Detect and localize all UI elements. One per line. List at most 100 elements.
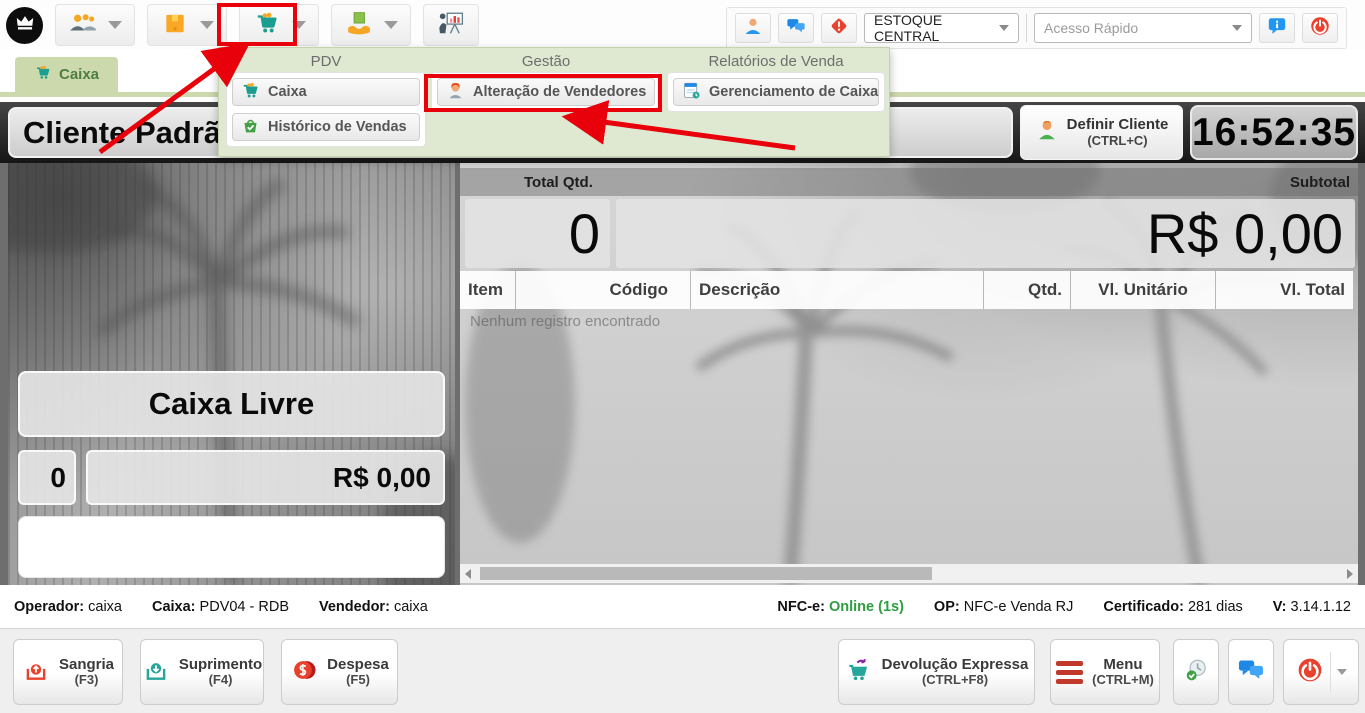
divider — [1330, 652, 1331, 692]
cash-status-label: Caixa Livre — [18, 371, 445, 437]
status-bar: Operador: caixa Caixa: PDV04 - RDB Vende… — [0, 585, 1365, 628]
chevron-down-icon — [108, 21, 122, 29]
top-toolbar: ESTOQUE CENTRAL Acesso Rápido — [0, 0, 1365, 50]
person-icon — [1035, 118, 1059, 147]
menu-item-gerenciamento-caixa[interactable]: Gerenciamento de Caixa — [673, 78, 879, 106]
crown-icon — [14, 12, 36, 39]
app-logo — [6, 7, 43, 44]
pdv-app: ESTOQUE CENTRAL Acesso Rápido — [0, 0, 1365, 713]
cart-icon — [34, 64, 52, 85]
menu-button[interactable]: Menu(CTRL+M) — [1050, 639, 1160, 705]
support-chat-button[interactable] — [1228, 639, 1274, 705]
power-icon — [1310, 16, 1330, 41]
exit-button[interactable] — [1283, 639, 1359, 705]
chevron-down-icon — [1337, 669, 1347, 675]
sangria-button[interactable]: Sangria(F3) — [13, 639, 123, 705]
nfce-status-button[interactable] — [1173, 639, 1219, 705]
hamburger-icon — [1056, 661, 1083, 684]
scrollbar-track[interactable] — [476, 564, 1342, 583]
sale-items-panel: Total Qtd. Subtotal 0 R$ 0,00 Item Códig… — [460, 163, 1358, 585]
coins-icon — [290, 657, 318, 688]
info-bubble-icon — [1267, 16, 1287, 41]
user-button[interactable] — [735, 13, 771, 43]
subtotal-label: Subtotal — [1290, 174, 1350, 191]
divider — [1026, 14, 1027, 42]
product-search-input[interactable] — [18, 516, 445, 578]
cash-qty-box: 0 — [18, 450, 76, 505]
customers-menu-button[interactable] — [55, 4, 135, 46]
acesso-rapido-value: Acesso Rápido — [1044, 20, 1138, 36]
status-right-group: NFC-e: Online (1s) OP: NFC-e Venda RJ Ce… — [777, 599, 1351, 615]
column-header-codigo: Código — [516, 271, 691, 309]
dropdown-section-title: PDV — [226, 51, 426, 72]
dropdown-section-relatorios: Relatórios de Venda Gerenciamento de Cai… — [667, 51, 885, 112]
column-header-qtd: Qtd. — [984, 271, 1071, 309]
scroll-right-icon[interactable] — [1342, 564, 1358, 583]
reports-button[interactable] — [423, 4, 479, 46]
scrollbar-thumb[interactable] — [480, 567, 932, 580]
column-header-vl-unitario: Vl. Unitário — [1071, 271, 1216, 309]
status-left-group: Operador: caixa Caixa: PDV04 - RDB Vende… — [14, 599, 428, 615]
suprimento-button[interactable]: Suprimento(F4) — [140, 639, 264, 705]
scroll-left-icon[interactable] — [460, 564, 476, 583]
stock-menu-button[interactable] — [331, 4, 411, 46]
action-bar: Sangria(F3) Suprimento(F4) Despesa(F5) D… — [0, 628, 1365, 713]
cash-amount-box: R$ 0,00 — [86, 450, 445, 505]
total-qty-value: 0 — [465, 199, 610, 268]
dropdown-section-title: Gestão — [431, 51, 661, 72]
despesa-button[interactable]: Despesa(F5) — [281, 639, 398, 705]
total-qty-label: Total Qtd. — [524, 174, 593, 191]
chevron-down-icon — [200, 21, 214, 29]
menu-item-caixa[interactable]: Caixa — [232, 78, 420, 106]
chevron-down-icon — [1232, 25, 1242, 31]
return-cart-icon — [845, 657, 873, 688]
status-nfce: NFC-e: Online (1s) — [777, 599, 904, 615]
tab-caixa-label: Caixa — [59, 66, 99, 83]
report-icon — [682, 81, 701, 104]
status-op: OP: NFC-e Venda RJ — [934, 599, 1073, 615]
status-operador: Operador: caixa — [14, 599, 122, 615]
dropdown-section-title: Relatórios de Venda — [667, 51, 885, 72]
definir-cliente-button[interactable]: Definir Cliente (CTRL+C) — [1020, 105, 1183, 160]
chat-icon — [786, 16, 806, 41]
status-vendedor: Vendedor: caixa — [319, 599, 428, 615]
menu-item-historico-vendas[interactable]: Histórico de Vendas — [232, 113, 420, 141]
box-icon — [160, 10, 190, 41]
column-header-vl-total: Vl. Total — [1216, 271, 1353, 309]
info-button[interactable] — [1259, 13, 1295, 43]
basket-check-icon — [241, 116, 260, 139]
annotation-box-sales-menu — [217, 3, 297, 46]
tab-caixa[interactable]: Caixa — [15, 57, 118, 92]
annotation-box-alteracao-vendedores — [424, 74, 662, 112]
alerts-button[interactable] — [821, 13, 857, 43]
status-certificado: Certificado: 281 dias — [1103, 599, 1242, 615]
devolucao-expressa-button[interactable]: Devolução Expressa(CTRL+F8) — [838, 639, 1035, 705]
power-icon — [1296, 657, 1324, 688]
session-toolbar: ESTOQUE CENTRAL Acesso Rápido — [726, 7, 1347, 49]
user-icon — [743, 16, 763, 41]
column-header-descricao: Descrição — [691, 271, 984, 309]
clock-display: 16:52:35 — [1190, 105, 1358, 160]
estoque-select[interactable]: ESTOQUE CENTRAL — [864, 13, 1019, 43]
status-versao: V: 3.14.1.12 — [1273, 599, 1351, 615]
column-header-item: Item — [460, 271, 516, 309]
cart-icon — [241, 81, 260, 104]
acesso-rapido-select[interactable]: Acesso Rápido — [1034, 13, 1252, 43]
items-table-header: Item Código Descrição Qtd. Vl. Unitário … — [460, 271, 1353, 309]
horizontal-scrollbar[interactable] — [460, 564, 1358, 583]
logout-button[interactable] — [1302, 13, 1338, 43]
presentation-icon — [436, 10, 466, 41]
empty-table-message: Nenhum registro encontrado — [470, 313, 660, 330]
main-area: Caixa Livre 0 R$ 0,00 — [0, 163, 1365, 585]
definir-cliente-label: Definir Cliente — [1067, 116, 1169, 133]
alert-diamond-icon — [829, 16, 849, 41]
products-menu-button[interactable] — [147, 4, 227, 46]
stamp-check-icon — [1182, 657, 1210, 688]
messages-button[interactable] — [778, 13, 814, 43]
cash-status-panel: Caixa Livre 0 R$ 0,00 — [8, 163, 455, 585]
chevron-down-icon — [999, 25, 1009, 31]
cash-out-icon — [22, 657, 50, 688]
chat-icon — [1237, 657, 1265, 688]
definir-cliente-shortcut: (CTRL+C) — [1067, 134, 1169, 149]
estoque-select-value: ESTOQUE CENTRAL — [874, 12, 999, 44]
